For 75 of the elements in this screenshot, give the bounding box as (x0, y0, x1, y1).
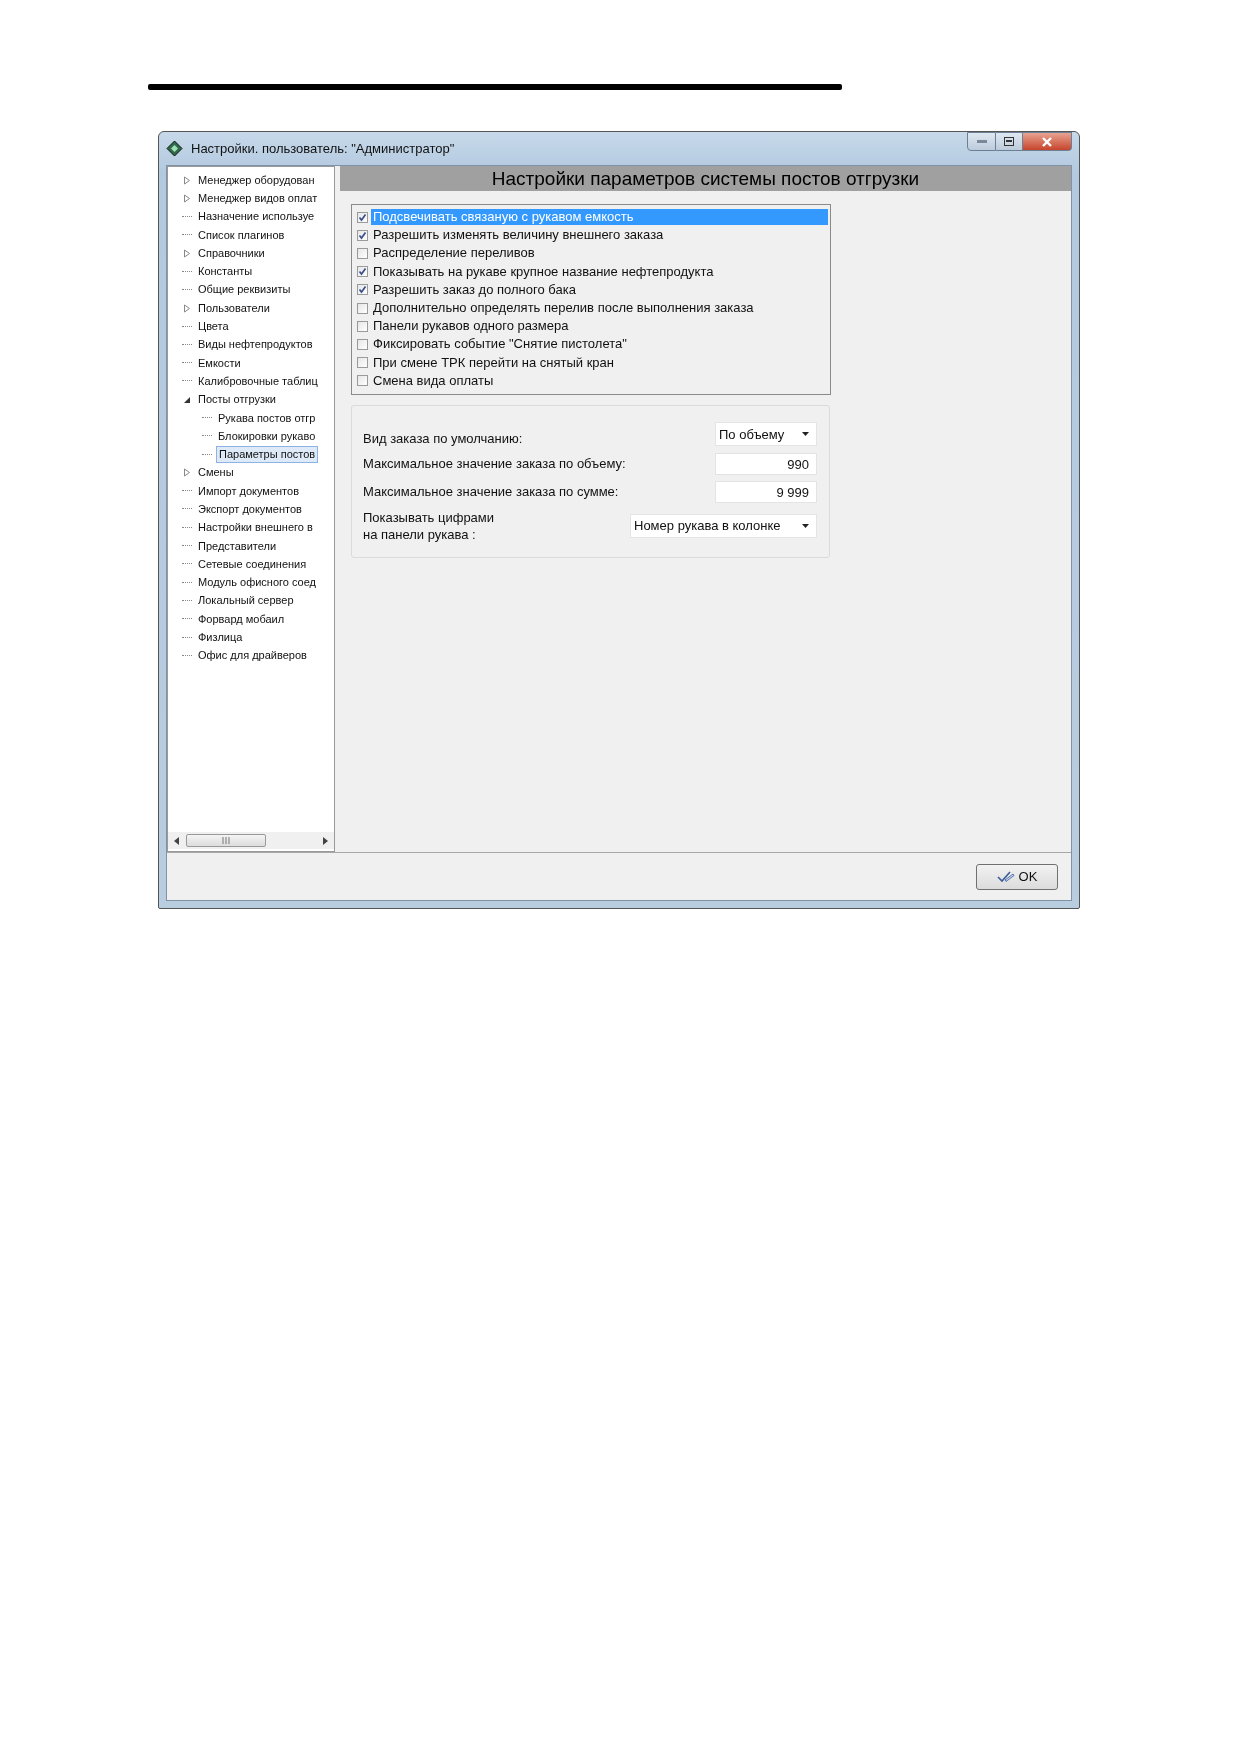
tree-item[interactable]: Блокировки рукаво (216, 428, 318, 444)
tree-item[interactable]: Физлица (196, 630, 245, 646)
tree-item[interactable]: Цвета (196, 319, 231, 334)
tree-item[interactable]: Калибровочные таблиц (196, 373, 320, 389)
field-label: Вид заказа по умолчанию: (363, 429, 523, 447)
collapsed-triangle-icon[interactable] (182, 175, 192, 185)
tree-item[interactable]: Экспорт документов (196, 502, 304, 517)
order-type-dropdown[interactable]: По объему (715, 422, 817, 447)
app-diamond-icon (166, 140, 183, 157)
tree-item[interactable]: Емкости (196, 355, 243, 371)
tree-item[interactable]: Импорт документов (196, 483, 301, 499)
option-label[interactable]: Фиксировать событие "Снятие пистолета" (371, 336, 828, 353)
minimize-icon (976, 140, 987, 143)
tree-item[interactable]: Список плагинов (196, 227, 287, 243)
checkbox[interactable] (357, 375, 368, 387)
digits-dropdown[interactable]: Номер рукава в колонке (630, 513, 817, 538)
ok-button[interactable]: OK (976, 863, 1058, 890)
maximize-button[interactable] (996, 132, 1023, 151)
panel-header: Настройки параметров системы постов отгрузки (340, 166, 1071, 191)
option-label[interactable]: Распределение переливов (371, 245, 828, 262)
tree-item[interactable]: Назначение используе (196, 209, 317, 225)
field-label: Максимальное значение заказа по сумме: (363, 483, 619, 501)
dropdown-caret-icon[interactable] (802, 523, 809, 528)
checkbox[interactable] (357, 211, 368, 223)
tree-item[interactable]: Константы (196, 264, 255, 280)
tree-item[interactable]: Рукава постов отгр (216, 410, 318, 426)
option-label[interactable]: Дополнительно определять перелив после выполнения заказа (371, 300, 828, 317)
checkbox[interactable] (357, 229, 368, 241)
collapsed-triangle-icon[interactable] (182, 193, 192, 203)
tree-item[interactable]: Смены (196, 465, 236, 481)
tree-item[interactable]: Представители (196, 538, 279, 554)
tree-item[interactable]: Настройки внешнего в (196, 520, 315, 536)
scroll-left-icon[interactable] (174, 836, 180, 845)
option-label[interactable]: Смена вида оплаты (371, 372, 828, 389)
tree-item[interactable]: Форвард мобаил (196, 611, 287, 627)
close-button[interactable] (1023, 132, 1072, 151)
checkmark-pencil-icon (996, 870, 1015, 883)
checkbox[interactable] (357, 302, 368, 314)
option-label[interactable]: Разрешить заказ до полного бака (371, 281, 828, 298)
tree-item[interactable]: Офис для драйверов (196, 648, 309, 664)
field-label: Показывать цифрами на панели рукава : (363, 508, 495, 543)
tree-item[interactable]: Посты отгрузки (196, 392, 278, 408)
option-label[interactable]: Разрешить изменять величину внешнего заказа (371, 227, 828, 244)
checkbox[interactable] (357, 247, 368, 259)
dropdown-caret-icon[interactable] (802, 432, 809, 437)
scrollbar-thumb[interactable] (186, 834, 266, 847)
checkbox[interactable] (357, 338, 368, 350)
checkbox[interactable] (357, 284, 368, 296)
maximize-icon (1004, 137, 1014, 146)
collapsed-triangle-icon[interactable] (182, 468, 192, 478)
tree-item[interactable]: Менеджер видов оплат (196, 190, 320, 206)
checkbox[interactable] (357, 357, 368, 369)
collapsed-triangle-icon[interactable] (182, 303, 192, 313)
tree-item[interactable]: Сетевые соединения (196, 556, 309, 572)
tree-item[interactable]: Модуль офисного соед (196, 575, 319, 591)
tree-item[interactable]: Виды нефтепродуктов (196, 337, 315, 353)
option-label[interactable]: Показывать на рукаве крупное название нефтепродукта (371, 263, 828, 280)
field-label: Максимальное значение заказа по объему: (363, 455, 626, 473)
collapsed-triangle-icon[interactable] (182, 248, 192, 258)
input-field[interactable]: 9 999 (715, 480, 817, 503)
window-title: Настройки. пользователь: "Администратор" (191, 141, 455, 156)
expanded-triangle-icon[interactable] (182, 395, 192, 404)
close-icon (1041, 136, 1053, 147)
tree-item[interactable]: Локальный сервер (196, 593, 296, 609)
option-label[interactable]: Панели рукавов одного размера (371, 318, 828, 335)
checkbox[interactable] (357, 320, 368, 332)
tree-item[interactable]: Общие реквизиты (196, 282, 293, 298)
checkbox[interactable] (357, 266, 368, 278)
option-label[interactable]: При смене ТРК перейти на снятый кран (371, 354, 828, 371)
input-field[interactable]: 990 (715, 452, 817, 475)
tree-item[interactable]: Параметры постов (216, 446, 319, 464)
tree-item[interactable]: Пользователи (196, 300, 272, 316)
scroll-right-icon[interactable] (322, 836, 328, 845)
tree-item[interactable]: Менеджер оборудован (196, 172, 317, 188)
tree-item[interactable]: Справочники (196, 245, 267, 261)
